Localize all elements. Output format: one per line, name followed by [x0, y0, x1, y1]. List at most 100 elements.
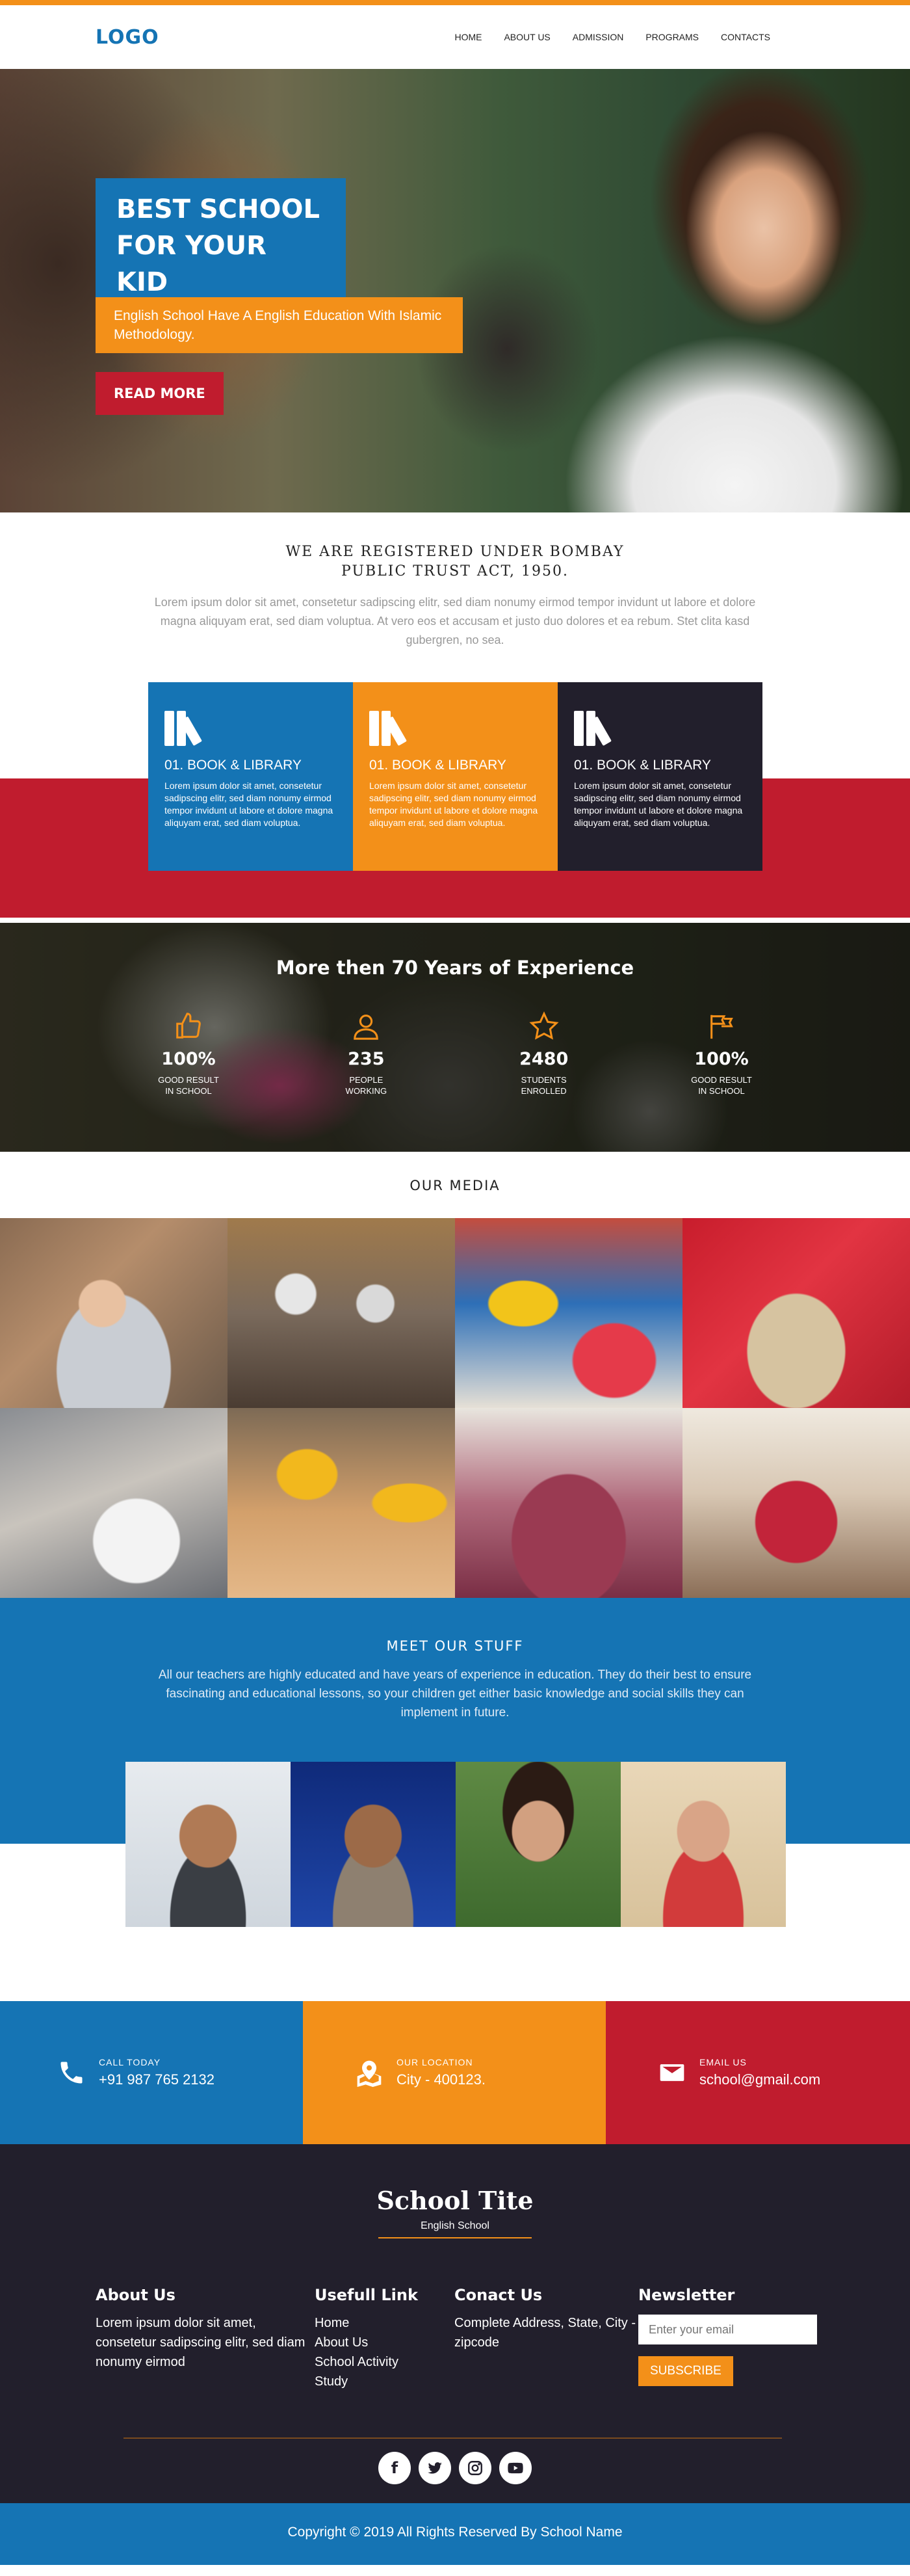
gallery-photo[interactable] [455, 1218, 682, 1408]
contact-label: CALL TODAY [99, 2057, 161, 2067]
subscribe-button[interactable]: SUBSCRIBE [638, 2356, 733, 2386]
feature-title: 01. BOOK & LIBRARY [164, 758, 302, 773]
top-accent-bar [0, 0, 910, 5]
gallery-photo[interactable] [0, 1218, 228, 1408]
feature-card[interactable]: 01. BOOK & LIBRARY Lorem ipsum dolor sit… [558, 682, 762, 871]
footer-about-text: Lorem ipsum dolor sit amet, consetetur s… [96, 2316, 306, 2369]
nav-admission[interactable]: ADMISSION [573, 32, 624, 42]
footer-link-study[interactable]: Study [315, 2372, 454, 2391]
user-icon [351, 1011, 381, 1041]
main-nav: HOME ABOUT US ADMISSION PROGRAMS CONTACT… [454, 32, 770, 42]
books-icon [369, 708, 408, 746]
gallery-photo[interactable] [682, 1408, 910, 1598]
register-text: Lorem ipsum dolor sit amet, consetetur s… [154, 596, 756, 646]
logo[interactable]: LOGO [96, 26, 159, 49]
register-section: WE ARE REGISTERED UNDER BOMBAY PUBLIC TR… [0, 512, 910, 650]
stat-label: GOOD RESULT IN SCHOOL [691, 1075, 752, 1096]
books-icon [574, 708, 613, 746]
thumbs-up-icon [174, 1011, 203, 1041]
books-icon [164, 708, 203, 746]
gallery-photo[interactable] [228, 1218, 455, 1408]
facebook-icon[interactable]: f [378, 2452, 411, 2484]
experience-section: More then 70 Years of Experience 100% GO… [0, 923, 910, 1152]
stat-label: STUDENTS ENROLLED [521, 1075, 567, 1096]
footer-divider [124, 2437, 782, 2439]
footer-newsletter: Newsletter SUBSCRIBE [638, 2286, 817, 2391]
contact-strip: CALL TODAY +91 987 765 2132 OUR LOCATION C… [0, 2001, 910, 2144]
stat-item: 100% GOOD RESULT IN SCHOOL [677, 1011, 765, 1096]
contact-value: school@gmail.com [699, 2071, 821, 2088]
stat-item: 100% GOOD RESULT IN SCHOOL [145, 1011, 233, 1096]
staff-photos [125, 1762, 786, 1927]
stat-item: 235 PEOPLE WORKING [322, 1011, 410, 1096]
stat-item: 2480 STUDENTS ENROLLED [500, 1011, 588, 1096]
footer-links: Usefull Link Home About Us School Activi… [315, 2286, 454, 2391]
gallery-photo[interactable] [0, 1408, 228, 1598]
feature-title: 01. BOOK & LIBRARY [369, 758, 506, 773]
feature-text: Lorem ipsum dolor sit amet, consetetur s… [164, 780, 333, 828]
register-heading: WE ARE REGISTERED UNDER BOMBAY PUBLIC TR… [285, 544, 625, 579]
gallery-photo[interactable] [682, 1218, 910, 1408]
site-footer: School Tite English School About Us Lore… [0, 2144, 910, 2503]
read-more-button[interactable]: READ MORE [96, 372, 224, 415]
stat-value: 235 [348, 1049, 385, 1069]
features-section: 01. BOOK & LIBRARY Lorem ipsum dolor sit… [0, 682, 910, 923]
footer-heading: Usefull Link [315, 2286, 418, 2304]
staff-photo[interactable] [456, 1762, 621, 1927]
footer-about: About Us Lorem ipsum dolor sit amet, con… [96, 2286, 315, 2391]
feature-card[interactable]: 01. BOOK & LIBRARY Lorem ipsum dolor sit… [148, 682, 353, 871]
staff-photo[interactable] [291, 1762, 456, 1927]
feature-text: Lorem ipsum dolor sit amet, consetetur s… [369, 780, 538, 828]
flag-icon [707, 1011, 736, 1041]
star-icon [529, 1011, 559, 1041]
social-links: f [0, 2452, 910, 2484]
stat-label: PEOPLE WORKING [345, 1075, 387, 1096]
brand-name: School Tite [376, 2186, 534, 2215]
media-section: OUR MEDIA [0, 1152, 910, 1598]
brand-tagline: English School [378, 2220, 532, 2238]
staff-heading: MEET OUR STUFF [386, 1638, 524, 1654]
footer-link-about-us[interactable]: About Us [315, 2333, 454, 2352]
stat-value: 100% [161, 1049, 216, 1069]
media-heading: OUR MEDIA [410, 1178, 500, 1193]
feature-card[interactable]: 01. BOOK & LIBRARY Lorem ipsum dolor sit… [353, 682, 558, 871]
staff-text: All our teachers are highly educated and… [158, 1668, 752, 1720]
footer-link-school-activity[interactable]: School Activity [315, 2352, 454, 2372]
footer-heading: Newsletter [638, 2286, 735, 2304]
feature-title: 01. BOOK & LIBRARY [574, 758, 711, 773]
gallery-photo[interactable] [455, 1408, 682, 1598]
contact-location[interactable]: OUR LOCATION City - 400123. [303, 2001, 606, 2144]
gallery-photo[interactable] [228, 1408, 455, 1598]
hero-title: BEST SCHOOL FOR YOUR KID [96, 178, 346, 313]
contact-value: City - 400123. [396, 2071, 486, 2088]
mail-icon [660, 2064, 684, 2081]
staff-photo[interactable] [621, 1762, 786, 1927]
newsletter-email-input[interactable] [638, 2315, 817, 2344]
footer-link-home[interactable]: Home [315, 2313, 454, 2333]
contact-value: +91 987 765 2132 [99, 2071, 215, 2088]
nav-about-us[interactable]: ABOUT US [504, 32, 550, 42]
footer-heading: Conact Us [454, 2286, 543, 2304]
nav-home[interactable]: HOME [454, 32, 482, 42]
nav-contacts[interactable]: CONTACTS [721, 32, 770, 42]
copyright-bar: Copyright © 2019 All Rights Reserved By … [0, 2503, 910, 2565]
contact-phone[interactable]: CALL TODAY +91 987 765 2132 [0, 2001, 303, 2144]
youtube-icon[interactable] [499, 2452, 532, 2484]
hero-subtitle: English School Have A English Education … [96, 297, 463, 353]
map-pin-icon [357, 2060, 382, 2087]
media-gallery [0, 1218, 910, 1598]
footer-address: Complete Address, State, City - zipcode [454, 2316, 636, 2350]
contact-email[interactable]: EMAIL US school@gmail.com [606, 2001, 910, 2144]
staff-section: MEET OUR STUFF All our teachers are high… [0, 1598, 910, 2001]
contact-label: OUR LOCATION [396, 2057, 473, 2067]
phone-icon [60, 2062, 83, 2084]
nav-programs[interactable]: PROGRAMS [645, 32, 699, 42]
instagram-icon[interactable] [459, 2452, 491, 2484]
stat-label: GOOD RESULT IN SCHOOL [158, 1075, 219, 1096]
hero-banner: BEST SCHOOL FOR YOUR KID English School … [0, 69, 910, 512]
footer-brand: School Tite English School [0, 2144, 910, 2238]
experience-heading: More then 70 Years of Experience [276, 957, 634, 979]
twitter-icon[interactable] [419, 2452, 451, 2484]
staff-photo[interactable] [125, 1762, 291, 1927]
feature-text: Lorem ipsum dolor sit amet, consetetur s… [574, 780, 743, 828]
